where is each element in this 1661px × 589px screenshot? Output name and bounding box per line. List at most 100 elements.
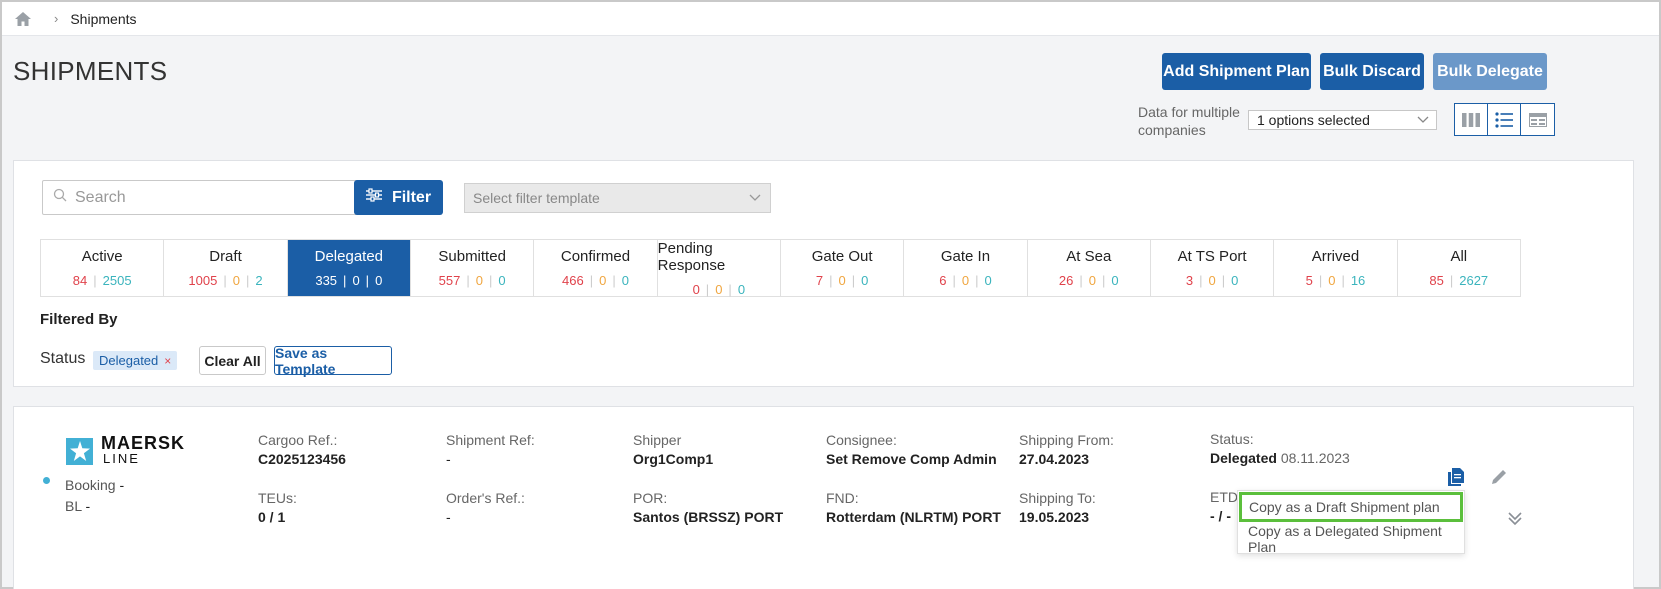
tab-count: 0: [375, 273, 383, 288]
tab-count: 557: [438, 273, 461, 288]
teus-label: TEUs:: [258, 490, 297, 506]
tab-at-sea[interactable]: At Sea 26 | 0 | 0: [1027, 240, 1151, 296]
card-view-icon[interactable]: [1521, 104, 1554, 135]
tab-label: At TS Port: [1177, 248, 1247, 265]
companies-select[interactable]: 1 options selected: [1248, 110, 1437, 130]
tab-counts: 6 | 0 | 0: [939, 273, 991, 288]
etd-field: ETD - / -: [1210, 488, 1238, 526]
bl-value: -: [85, 498, 91, 514]
count-separator: |: [1221, 273, 1226, 288]
tab-count: 5: [1305, 273, 1313, 288]
copy-as-delegated-option[interactable]: Copy as a Delegated Shipment Plan: [1238, 523, 1464, 555]
bulk-delegate-button[interactable]: Bulk Delegate: [1433, 53, 1547, 90]
shipping-from-value: 27.04.2023: [1019, 451, 1090, 467]
tab-delegated[interactable]: Delegated 335 | 0 | 0: [287, 240, 411, 296]
search-box[interactable]: [42, 180, 366, 215]
shipping-to-label: Shipping To:: [1019, 490, 1096, 506]
add-shipment-plan-button[interactable]: Add Shipment Plan: [1162, 53, 1311, 90]
tab-count: 0: [352, 273, 360, 288]
count-separator: |: [466, 273, 470, 288]
tab-count: 0: [984, 273, 992, 288]
tab-arrived[interactable]: Arrived 5 | 0 | 16: [1274, 240, 1398, 296]
tab-all[interactable]: All 85 | 2627: [1397, 240, 1520, 296]
tab-count: 0: [961, 273, 970, 288]
booking-label: Booking: [65, 477, 116, 493]
search-icon: [53, 188, 67, 207]
count-separator: |: [975, 273, 979, 288]
tab-at-ts-port[interactable]: At TS Port 3 | 0 | 0: [1150, 240, 1275, 296]
count-separator: |: [489, 273, 493, 288]
edit-icon[interactable]: [1488, 466, 1510, 488]
status-date: 08.11.2023: [1280, 450, 1350, 466]
expand-icon[interactable]: [1504, 507, 1526, 529]
shipping-from-field: Shipping From: 27.04.2023: [1019, 431, 1114, 469]
tab-count: 2: [255, 273, 263, 288]
orders-ref-field: Order's Ref.: -: [446, 489, 525, 527]
tab-counts: 1005 | 0 | 2: [188, 273, 262, 288]
status-field: Status: Delegated 08.11.2023: [1210, 430, 1350, 468]
cargoo-ref-field: Cargoo Ref.: C2025123456: [258, 431, 346, 469]
search-input[interactable]: [75, 188, 335, 207]
status-dot: [43, 477, 50, 484]
companies-label: Data for multiple companies: [1138, 104, 1240, 138]
page-title: SHIPMENTS: [13, 56, 168, 86]
home-icon[interactable]: [14, 11, 32, 27]
tab-count: 0: [599, 273, 607, 288]
tab-active[interactable]: Active 84 | 2505: [41, 240, 165, 296]
list-view-icon[interactable]: [1488, 104, 1521, 135]
tab-pending-response[interactable]: Pending Response 0 | 0 | 0: [657, 240, 781, 297]
shipping-to-value: 19.05.2023: [1019, 509, 1090, 525]
filter-template-select[interactable]: Select filter template: [464, 183, 771, 213]
shipment-ref-value: -: [446, 451, 451, 467]
fnd-label: FND:: [826, 490, 859, 506]
tab-counts: 7 | 0 | 0: [816, 273, 868, 288]
tab-label: Delegated: [314, 248, 384, 265]
tab-confirmed[interactable]: Confirmed 466 | 0 | 0: [534, 240, 658, 296]
columns-view-icon[interactable]: [1455, 104, 1488, 135]
etd-label: ETD: [1210, 489, 1238, 505]
fnd-value: Rotterdam (NLRTM) PORT: [826, 509, 1001, 525]
tab-label: Draft: [209, 248, 242, 265]
tab-label: Active: [81, 248, 123, 265]
copy-as-draft-option[interactable]: Copy as a Draft Shipment plan: [1239, 492, 1463, 522]
breadcrumb-current: Shipments: [70, 10, 137, 27]
shipment-ref-field: Shipment Ref: -: [446, 431, 535, 469]
chevron-down-icon: [1416, 112, 1430, 129]
clear-all-button[interactable]: Clear All: [199, 346, 266, 375]
tab-counts: 0 | 0 | 0: [693, 282, 745, 297]
save-as-template-button[interactable]: Save as Template: [274, 345, 392, 377]
orders-ref-value: -: [446, 509, 451, 525]
tab-count: 0: [1208, 273, 1216, 288]
tab-count: 0: [498, 273, 506, 288]
bl-label: BL: [65, 498, 82, 514]
filter-button-label: Filter: [391, 188, 432, 206]
shipper-label: Shipper: [633, 432, 682, 448]
bulk-discard-button[interactable]: Bulk Discard: [1320, 53, 1424, 90]
tab-count: 85: [1429, 273, 1444, 288]
tab-submitted[interactable]: Submitted 557 | 0 | 0: [410, 240, 535, 296]
carrier-logo: MAERSK LINE: [66, 434, 185, 466]
filter-button[interactable]: Filter: [354, 180, 443, 215]
count-separator: |: [851, 273, 856, 288]
count-separator: |: [1079, 273, 1083, 288]
tab-label: At Sea: [1066, 248, 1112, 265]
tab-label: Confirmed: [560, 248, 631, 265]
copy-icon[interactable]: [1446, 466, 1466, 488]
chevron-down-icon: [748, 190, 762, 207]
tab-counts: 3 | 0 | 0: [1186, 273, 1238, 288]
tab-count: 1005: [188, 273, 218, 288]
close-icon[interactable]: ×: [164, 354, 171, 368]
view-mode-toggle: [1454, 103, 1555, 136]
count-separator: |: [93, 273, 97, 288]
companies-select-value: 1 options selected: [1257, 112, 1370, 128]
shipment-ref-label: Shipment Ref:: [446, 432, 535, 448]
tab-gate-in[interactable]: Gate In 6 | 0 | 0: [904, 240, 1028, 296]
count-separator: |: [365, 273, 370, 288]
tab-count: 0: [1328, 273, 1336, 288]
tab-gate-out[interactable]: Gate Out 7 | 0 | 0: [780, 240, 905, 296]
teus-value: 0 / 1: [258, 509, 286, 525]
shipper-value: Org1Comp1: [633, 451, 714, 467]
count-separator: |: [952, 273, 956, 288]
tab-draft[interactable]: Draft 1005 | 0 | 2: [164, 240, 288, 296]
cargoo-ref-label: Cargoo Ref.:: [258, 432, 338, 448]
